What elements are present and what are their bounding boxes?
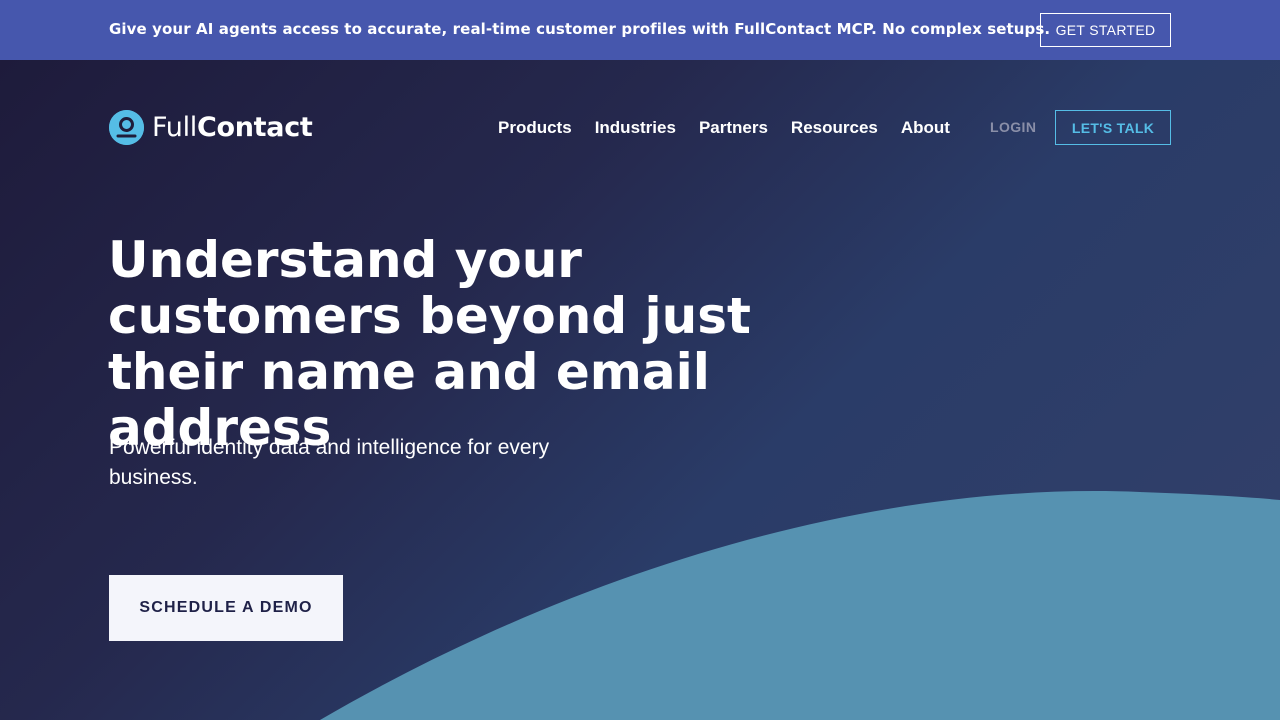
nav-item-about[interactable]: About — [901, 118, 950, 138]
schedule-demo-button[interactable]: SCHEDULE A DEMO — [109, 575, 343, 641]
nav-item-industries[interactable]: Industries — [595, 118, 676, 138]
lets-talk-button[interactable]: LET'S TALK — [1055, 110, 1171, 145]
main-nav: Products Industries Partners Resources A… — [498, 116, 973, 140]
login-link[interactable]: LOGIN — [990, 119, 1036, 135]
nav-item-products[interactable]: Products — [498, 118, 572, 138]
announcement-bar: Give your AI agents access to accurate, … — [0, 0, 1280, 60]
hero-headline: Understand your customers beyond just th… — [108, 231, 751, 457]
announcement-text: Give your AI agents access to accurate, … — [109, 20, 1051, 38]
nav-item-partners[interactable]: Partners — [699, 118, 768, 138]
brand-name-bold: Contact — [196, 111, 313, 143]
get-started-button[interactable]: GET STARTED — [1040, 13, 1171, 47]
brand-name-light: Full — [152, 111, 197, 143]
hero-section: FullContact Products Industries Partners… — [0, 60, 1280, 720]
nav-item-resources[interactable]: Resources — [791, 118, 878, 138]
brand-name: FullContact — [152, 112, 313, 143]
brand-logo[interactable]: FullContact — [109, 109, 313, 145]
person-circle-icon — [109, 109, 144, 145]
hero-subhead: Powerful identity data and intelligence … — [109, 436, 550, 489]
